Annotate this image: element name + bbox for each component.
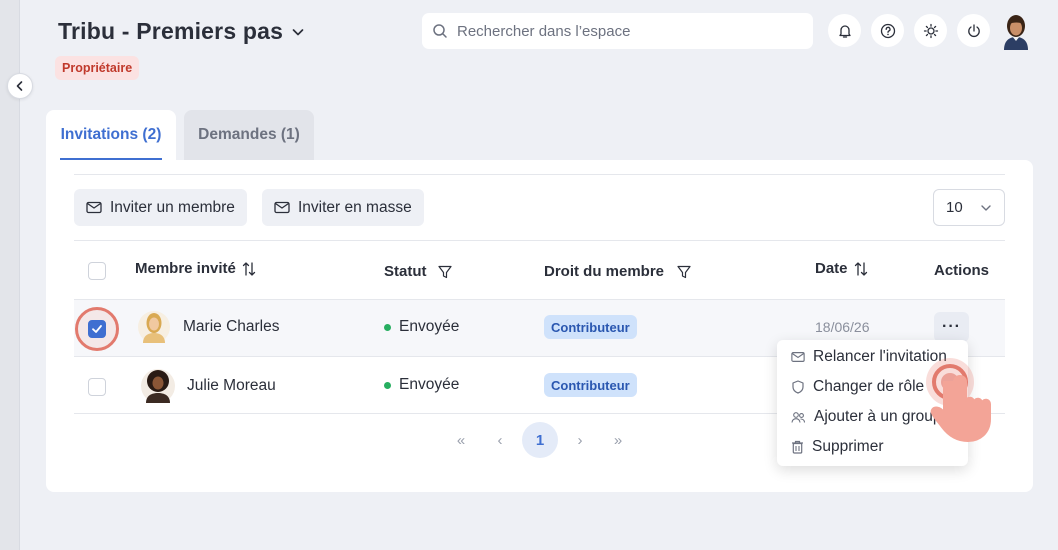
space-title-text: Tribu - Premiers pas [58, 18, 284, 44]
chevron-left-icon [16, 81, 23, 91]
tap-gesture-icon [926, 358, 991, 442]
trash-icon [792, 440, 803, 454]
divider [74, 240, 1005, 241]
avatar-icon [141, 369, 175, 403]
user-avatar-icon [1004, 15, 1028, 50]
invite-date: 18/06/26 [815, 319, 870, 335]
filter-icon[interactable] [437, 264, 453, 280]
help-button[interactable] [871, 14, 904, 47]
user-avatar[interactable] [998, 12, 1034, 50]
menu-item-label: Supprimer [812, 438, 884, 455]
invite-member-label: Inviter un membre [110, 198, 235, 216]
status-text: Envoyée [399, 318, 460, 335]
role-badge: Contributeur [544, 315, 637, 339]
pointer-hand-icon [922, 352, 1004, 452]
menu-item-delete[interactable]: Supprimer [777, 432, 884, 462]
member-name: Marie Charles [183, 318, 280, 335]
invite-bulk-button[interactable]: Inviter en masse [262, 189, 424, 226]
tab-invitations[interactable]: Invitations (2) [46, 110, 176, 160]
menu-item-label: Changer de rôle [813, 378, 925, 395]
avatar-icon [138, 311, 170, 343]
column-header-date[interactable]: Date [815, 260, 868, 277]
bell-icon [838, 24, 851, 38]
mail-icon [791, 352, 805, 362]
search-input[interactable] [457, 22, 797, 40]
menu-item-change-role[interactable]: Changer de rôle [777, 372, 924, 402]
role-badge-owner: Propriétaire [55, 56, 140, 80]
shield-icon [792, 380, 804, 394]
sun-icon [923, 23, 938, 38]
sidebar-collapse-button[interactable] [7, 73, 33, 99]
status-cell: Envoyée [384, 318, 459, 336]
column-header-status-label: Statut [384, 263, 427, 280]
theme-toggle-button[interactable] [914, 14, 947, 47]
row-checkbox[interactable] [88, 320, 106, 338]
row-checkbox[interactable] [88, 378, 106, 396]
member-avatar [140, 367, 176, 405]
select-all-checkbox[interactable] [88, 262, 106, 280]
divider [74, 174, 1005, 175]
invite-bulk-label: Inviter en masse [298, 198, 412, 216]
help-icon [880, 23, 895, 38]
search-icon [433, 24, 447, 38]
status-dot [384, 381, 391, 389]
pagination-first[interactable]: « [446, 422, 476, 458]
member-name: Julie Moreau [187, 377, 276, 394]
filter-icon[interactable] [676, 264, 692, 280]
pagination-prev[interactable]: ‹ [486, 422, 514, 458]
column-header-member[interactable]: Membre invité [135, 260, 256, 277]
column-header-role[interactable]: Droit du membre [544, 263, 692, 280]
notifications-button[interactable] [828, 14, 861, 47]
space-title[interactable]: Tribu - Premiers pas [58, 18, 305, 45]
pagination-last[interactable]: » [603, 422, 633, 458]
tab-demandes[interactable]: Demandes (1) [184, 110, 314, 160]
member-avatar [137, 309, 171, 345]
row-actions-button[interactable]: ··· [934, 312, 969, 342]
search-bar[interactable] [422, 13, 813, 49]
power-icon [967, 23, 980, 37]
column-header-member-label: Membre invité [135, 260, 236, 277]
invite-member-button[interactable]: Inviter un membre [74, 189, 247, 226]
column-header-actions: Actions [934, 262, 990, 279]
mail-icon [274, 201, 290, 214]
role-badge: Contributeur [544, 373, 637, 397]
pagination-page-1[interactable]: 1 [522, 422, 558, 458]
page-size-value: 10 [946, 199, 963, 216]
pagination-next[interactable]: › [566, 422, 594, 458]
column-header-status[interactable]: Statut [384, 263, 453, 280]
chevron-down-icon [292, 28, 304, 35]
logout-button[interactable] [957, 14, 990, 47]
status-cell: Envoyée [384, 376, 459, 394]
sort-icon[interactable] [854, 261, 868, 277]
users-icon [791, 411, 806, 423]
column-header-date-label: Date [815, 260, 848, 277]
column-header-role-label: Droit du membre [544, 263, 665, 280]
status-dot [384, 323, 391, 331]
sort-icon[interactable] [242, 261, 256, 277]
page-size-select[interactable]: 10 [933, 189, 1005, 226]
status-text: Envoyée [399, 376, 460, 393]
mail-icon [86, 201, 102, 214]
chevron-down-icon [981, 204, 991, 211]
checkmark-icon [92, 325, 102, 333]
